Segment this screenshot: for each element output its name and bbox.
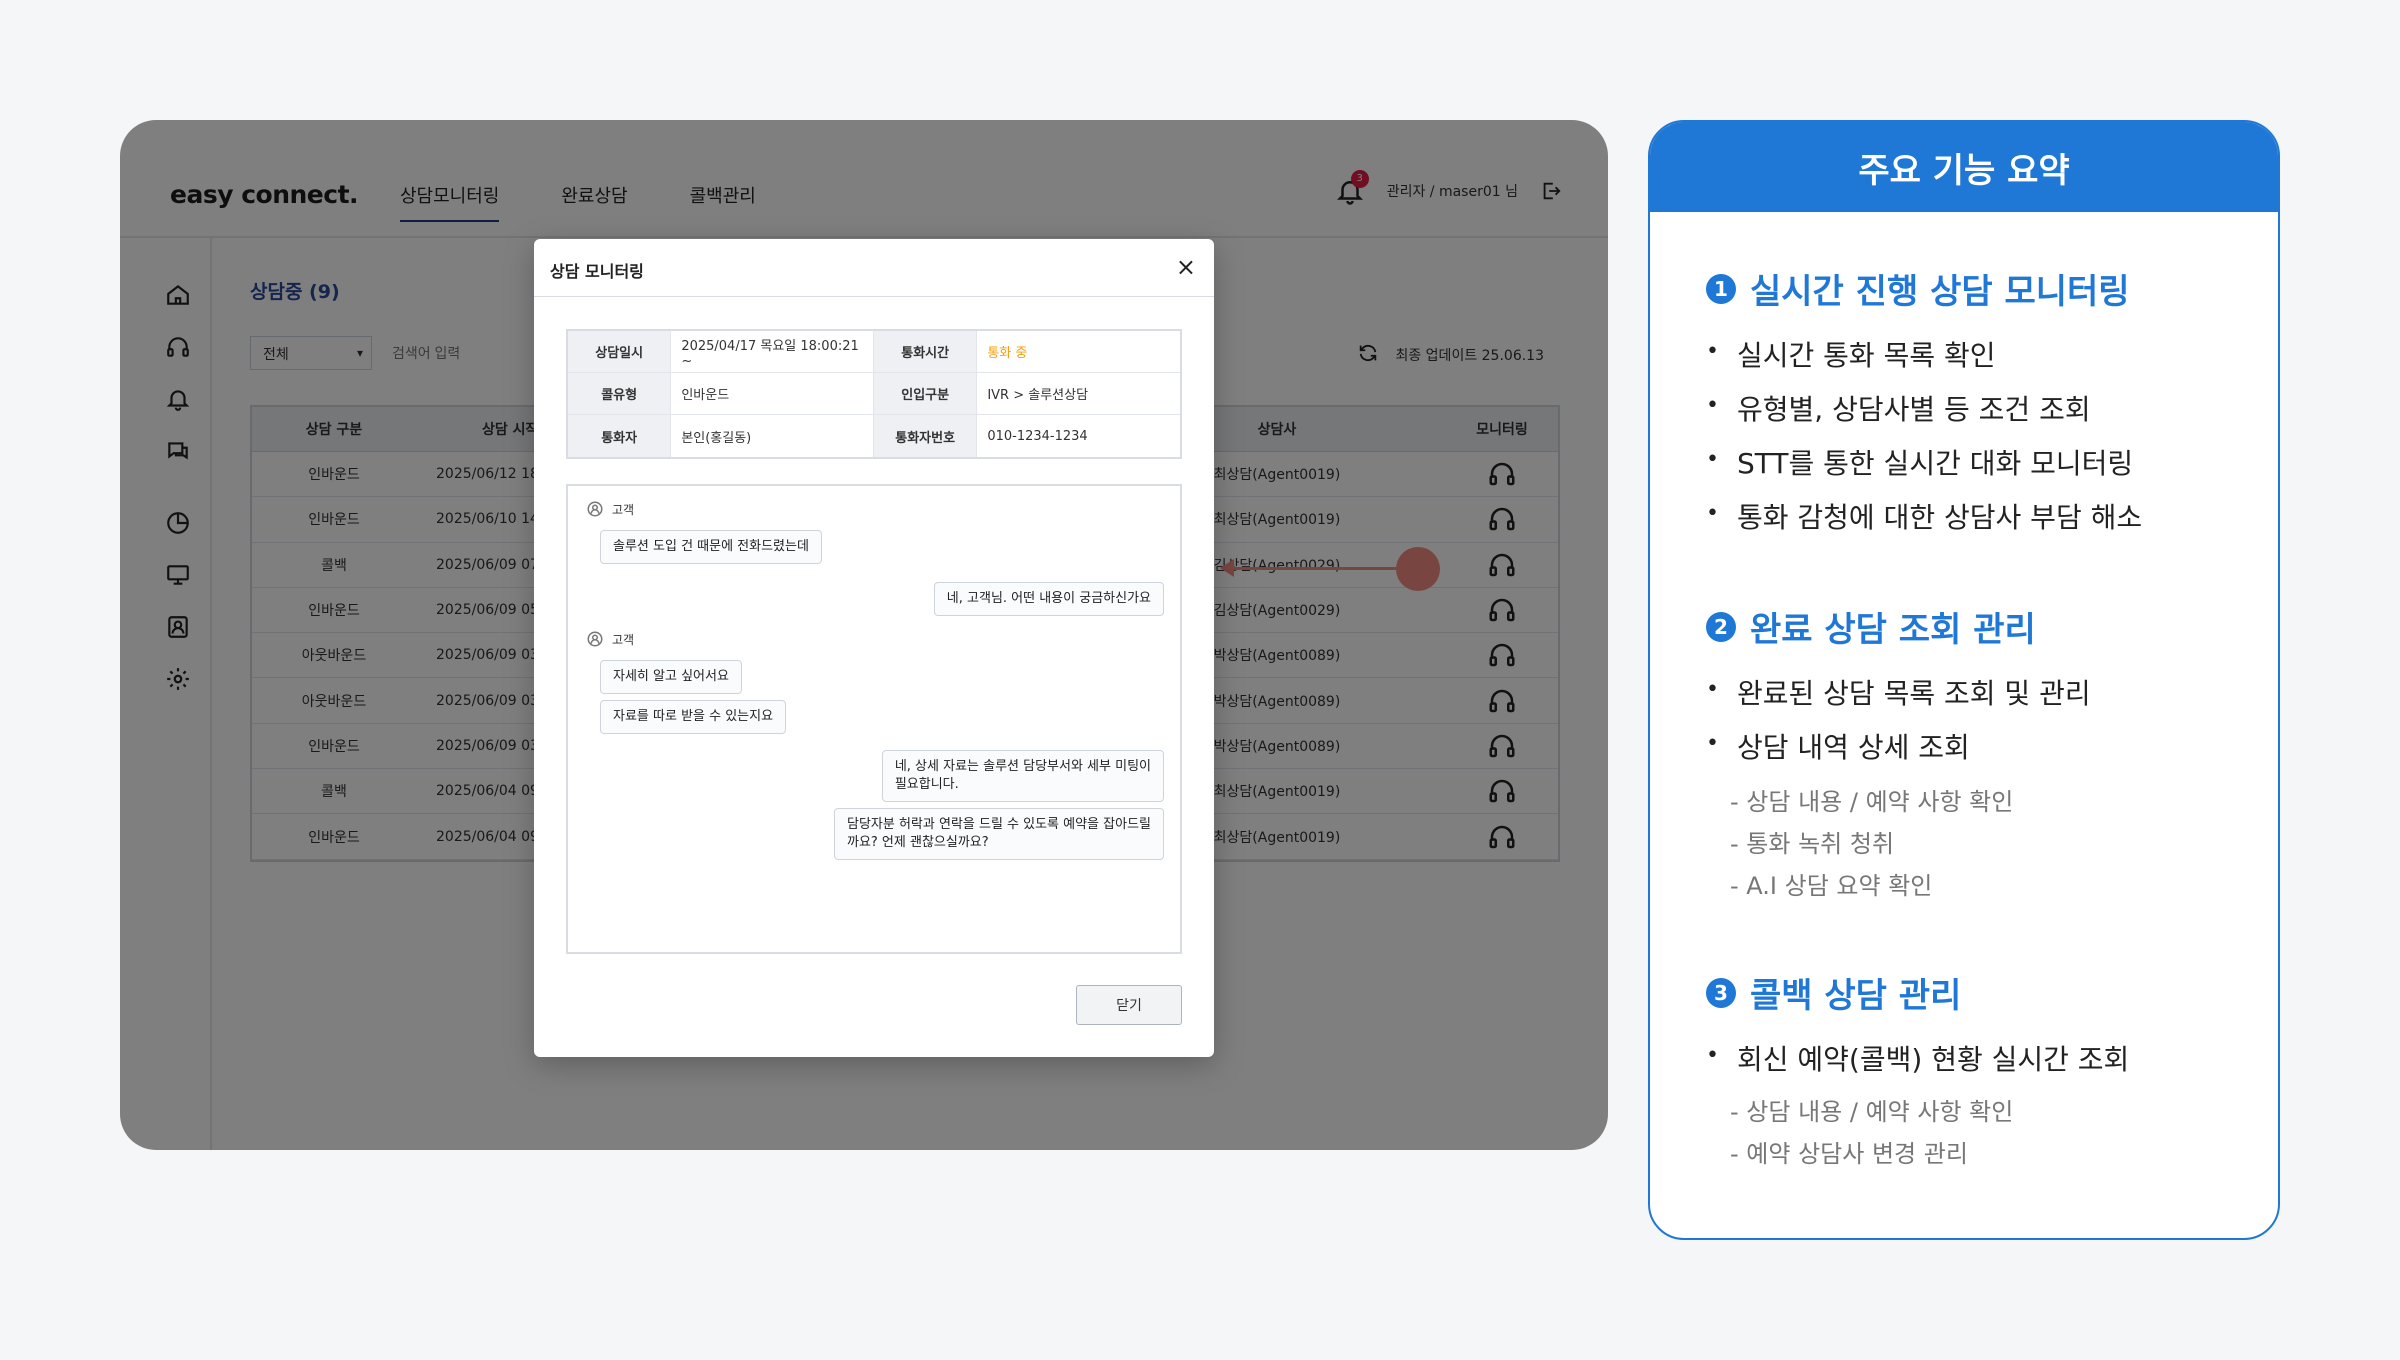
bullet-text: 상담 내역 상세 조회 [1736,731,1970,764]
section-title-text: 콜백 상담 관리 [1750,976,1962,1016]
bullet-item: • 완료된 상담 목록 조회 및 관리 [1706,672,2091,712]
message-line: 네, 상세 자료는 솔루션 담당부서와 세부 미팅이 [894,759,1151,774]
info-value-caller-number: 010-1234-1234 [987,428,1088,444]
bullet-item: • 유형별, 상담사별 등 조건 조회 [1706,388,2091,428]
message-customer: 자료를 따로 받을 수 있는지요 [600,700,787,734]
bullet-item: • 통화 감청에 대한 상담사 부담 해소 [1706,496,2142,536]
sub-item: - A.I 상담 요약 확인 [1730,872,1933,900]
bullet-text: 유형별, 상담사별 등 조건 조회 [1736,393,2091,426]
info-label-call-type: 콜유형 [568,373,672,414]
section-title-text: 실시간 진행 상담 모니터링 [1750,272,2130,312]
info-label-duration: 통화시간 [874,331,978,372]
user-icon [587,631,603,647]
modal-header: 상담 모니터링 × [534,239,1214,297]
bullet-text: 회신 예약(콜백) 현황 실시간 조회 [1736,1043,2130,1076]
panel-title: 주요 기능 요약 [1650,122,2278,212]
monitoring-modal: 상담 모니터링 × 상담일시 2025/04/17 목요일 18:00:21 ~… [534,239,1214,1057]
info-label-inflow: 인입구분 [874,373,978,414]
speaker-customer: 고객 [586,630,634,648]
info-row: 통화자 본인(홍길동) 통화자번호 010-1234-1234 [568,415,1180,457]
bullet-text: 완료된 상담 목록 조회 및 관리 [1736,677,2091,710]
sub-item: - 통화 녹취 청취 [1730,830,1895,858]
bullet-item: • 실시간 통화 목록 확인 [1706,334,1996,374]
section-title: 2 완료 상담 조회 관리 [1706,602,2036,651]
sub-item: - 상담 내용 / 예약 사항 확인 [1730,788,2014,816]
info-row: 상담일시 2025/04/17 목요일 18:00:21 ~ 통화시간 통화 중 [568,331,1180,373]
info-label-datetime: 상담일시 [568,331,672,372]
section-title-text: 완료 상담 조회 관리 [1750,610,2036,650]
section-number: 2 [1706,611,1736,642]
message-line: 필요합니다. [894,777,959,792]
speaker-customer: 고객 [586,500,634,518]
app-window: easy connect. 상담모니터링 완료상담 콜백관리 3 관리자 / m… [120,120,1608,1150]
info-value-datetime: 2025/04/17 목요일 18:00:21 ~ [671,331,875,372]
message-agent: 네, 상세 자료는 솔루션 담당부서와 세부 미팅이 필요합니다. [881,750,1164,802]
user-icon [587,501,603,517]
feature-summary-panel: 주요 기능 요약 1 실시간 진행 상담 모니터링 • 실시간 통화 목록 확인 … [1648,120,2280,1240]
section-number: 1 [1706,273,1736,304]
close-icon[interactable]: × [1176,253,1196,281]
info-row: 콜유형 인바운드 인입구분 IVR > 솔루션상담 [568,373,1180,415]
message-customer: 솔루션 도입 건 때문에 전화드렸는데 [600,530,822,564]
bullet-item: • 상담 내역 상세 조회 [1706,726,1970,766]
info-label-caller: 통화자 [568,415,672,457]
section-number: 3 [1706,977,1736,1008]
modal-title: 상담 모니터링 [550,262,644,281]
message-customer: 자세히 알고 싶어서요 [600,660,742,694]
sub-item: - 예약 상담사 변경 관리 [1730,1140,1968,1168]
bullet-text: 통화 감청에 대한 상담사 부담 해소 [1736,501,2143,534]
chat-transcript: 고객 솔루션 도입 건 때문에 전화드렸는데 네, 고객님. 어떤 내용이 궁금… [566,484,1182,954]
info-label-caller-number: 통화자번호 [874,415,978,457]
speaker-label: 고객 [612,632,635,647]
info-value-caller: 본인(홍길동) [671,415,875,457]
section-title: 3 콜백 상담 관리 [1706,968,1961,1017]
info-value-inflow: IVR > 솔루션상담 [987,388,1089,403]
speaker-label: 고객 [612,502,635,517]
message-agent: 담당자분 허락과 연락을 드릴 수 있도록 예약을 잡아드릴 까요? 언제 괜찮… [833,808,1164,860]
section-title: 1 실시간 진행 상담 모니터링 [1706,264,2130,313]
sub-item: - 상담 내용 / 예약 사항 확인 [1730,1098,2014,1126]
message-line: 담당자분 허락과 연락을 드릴 수 있도록 예약을 잡아드릴 [846,817,1151,832]
bullet-text: STT를 통한 실시간 대화 모니터링 [1736,447,2134,480]
bullet-item: • STT를 통한 실시간 대화 모니터링 [1706,442,2133,482]
info-value-duration: 통화 중 [987,346,1028,361]
message-line: 까요? 언제 괜찮으실까요? [846,835,989,850]
message-agent: 네, 고객님. 어떤 내용이 궁금하신가요 [933,582,1164,616]
bullet-text: 실시간 통화 목록 확인 [1736,339,1996,372]
call-info-table: 상담일시 2025/04/17 목요일 18:00:21 ~ 통화시간 통화 중… [566,329,1182,459]
info-value-call-type: 인바운드 [671,373,875,414]
close-button[interactable]: 닫기 [1076,985,1182,1025]
bullet-item: • 회신 예약(콜백) 현황 실시간 조회 [1706,1038,2129,1078]
